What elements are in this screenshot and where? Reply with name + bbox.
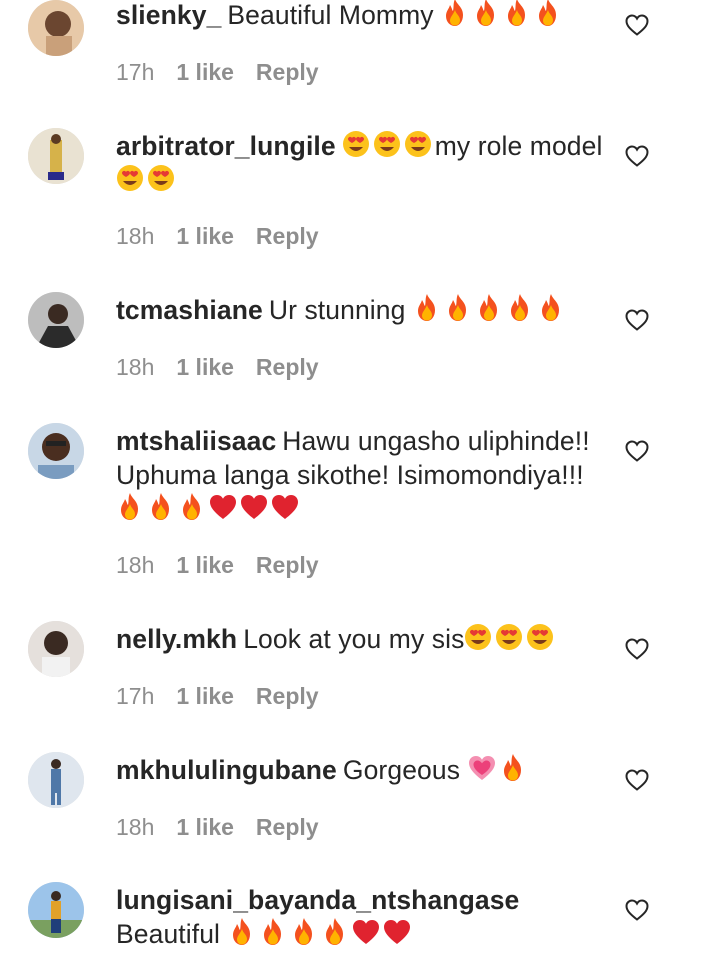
red-heart-emoji-icon (383, 917, 411, 947)
comment-text: mtshaliisaac Hawu ungasho uliphinde!! Uph… (116, 424, 606, 526)
fire-emoji-icon (506, 293, 534, 323)
emoji-group (342, 131, 435, 161)
comment-username[interactable]: nelly.mkh (116, 624, 237, 654)
heart-eyes-emoji-icon (116, 163, 144, 193)
fire-emoji-icon (441, 0, 469, 28)
comment-username[interactable]: arbitrator_lungile (116, 131, 336, 161)
reply-button[interactable]: Reply (256, 59, 319, 85)
avatar[interactable] (28, 0, 84, 56)
heart-eyes-emoji-icon (342, 129, 370, 159)
comment-time: 17h (116, 59, 155, 85)
heart-eyes-emoji-icon (464, 622, 492, 652)
emoji-group (228, 917, 414, 949)
emoji-group (116, 492, 302, 524)
comment-body: Beautiful (116, 919, 221, 949)
fire-emoji-icon (534, 0, 562, 28)
comment-body: Ur stunning (268, 295, 406, 325)
heart-outline-icon[interactable] (624, 13, 650, 37)
comment-text: arbitrator_lungile my role model (116, 129, 606, 197)
comment-username[interactable]: mkhululingubane (116, 755, 337, 785)
comment-meta: 18h 1 like Reply (116, 813, 319, 841)
emoji-group (468, 753, 530, 785)
avatar[interactable] (28, 621, 84, 677)
comment-meta: 18h 1 like Reply (116, 222, 319, 250)
heart-outline-icon[interactable] (624, 308, 650, 332)
comment-username[interactable]: slienky_ (116, 0, 221, 30)
heart-eyes-emoji-icon (404, 129, 432, 159)
comment-time: 18h (116, 552, 155, 578)
comment-likes[interactable]: 1 like (176, 354, 234, 380)
fire-emoji-icon (537, 293, 565, 323)
comment-username[interactable]: lungisani_bayanda_ntshangase (116, 885, 519, 915)
heart-eyes-emoji-icon (147, 163, 175, 193)
fire-emoji-icon (499, 753, 527, 783)
comment-body: Gorgeous (342, 755, 461, 785)
avatar[interactable] (28, 882, 84, 938)
emoji-group (413, 293, 568, 325)
comment-body: Look at you my sis (243, 624, 465, 654)
reply-button[interactable]: Reply (256, 354, 319, 380)
comment-likes[interactable]: 1 like (176, 223, 234, 249)
comment-time: 18h (116, 814, 155, 840)
comment-likes[interactable]: 1 like (176, 59, 234, 85)
heart-eyes-emoji-icon (495, 622, 523, 652)
reply-button[interactable]: Reply (256, 814, 319, 840)
comment-text: lungisani_bayanda_ntshangase Beautiful (116, 883, 606, 951)
comment-text: slienky_ Beautiful Mommy (116, 0, 606, 32)
comment-meta: 18h 1 like Reply (116, 551, 319, 579)
red-heart-emoji-icon (352, 917, 380, 947)
fire-emoji-icon (503, 0, 531, 28)
reply-button[interactable]: Reply (256, 683, 319, 709)
fire-emoji-icon (444, 293, 472, 323)
heart-eyes-emoji-icon (526, 622, 554, 652)
reply-button[interactable]: Reply (256, 223, 319, 249)
red-heart-emoji-icon (209, 492, 237, 522)
pink-heart-emoji-icon (468, 753, 496, 783)
avatar[interactable] (28, 423, 84, 479)
comment-time: 18h (116, 223, 155, 249)
fire-emoji-icon (147, 492, 175, 522)
fire-emoji-icon (472, 0, 500, 28)
comment-likes[interactable]: 1 like (176, 683, 234, 709)
heart-outline-icon[interactable] (624, 768, 650, 792)
comment-meta: 17h 1 like Reply (116, 682, 319, 710)
comment-time: 18h (116, 354, 155, 380)
fire-emoji-icon (290, 917, 318, 947)
fire-emoji-icon (228, 917, 256, 947)
heart-eyes-emoji-icon (373, 129, 401, 159)
reply-button[interactable]: Reply (256, 552, 319, 578)
heart-outline-icon[interactable] (624, 898, 650, 922)
comment-meta: 17h 1 like Reply (116, 58, 319, 86)
fire-emoji-icon (475, 293, 503, 323)
comment-text: nelly.mkh Look at you my sis (116, 622, 606, 656)
fire-emoji-icon (321, 917, 349, 947)
emoji-group (116, 165, 178, 195)
comment-body: my role model (434, 131, 603, 161)
fire-emoji-icon (116, 492, 144, 522)
comment-username[interactable]: mtshaliisaac (116, 426, 276, 456)
emoji-group (441, 0, 565, 30)
fire-emoji-icon (413, 293, 441, 323)
comment-body: Beautiful Mommy (227, 0, 434, 30)
red-heart-emoji-icon (271, 492, 299, 522)
heart-outline-icon[interactable] (624, 144, 650, 168)
comment-likes[interactable]: 1 like (176, 814, 234, 840)
emoji-group (464, 624, 557, 654)
avatar[interactable] (28, 128, 84, 184)
avatar[interactable] (28, 752, 84, 808)
comment-text: mkhululingubane Gorgeous (116, 753, 606, 787)
heart-outline-icon[interactable] (624, 637, 650, 661)
comment-meta: 18h 1 like Reply (116, 353, 319, 381)
comment-time: 17h (116, 683, 155, 709)
comment-username[interactable]: tcmashiane (116, 295, 263, 325)
heart-outline-icon[interactable] (624, 439, 650, 463)
avatar[interactable] (28, 292, 84, 348)
comment-likes[interactable]: 1 like (176, 552, 234, 578)
fire-emoji-icon (178, 492, 206, 522)
fire-emoji-icon (259, 917, 287, 947)
red-heart-emoji-icon (240, 492, 268, 522)
comment-text: tcmashiane Ur stunning (116, 293, 606, 327)
